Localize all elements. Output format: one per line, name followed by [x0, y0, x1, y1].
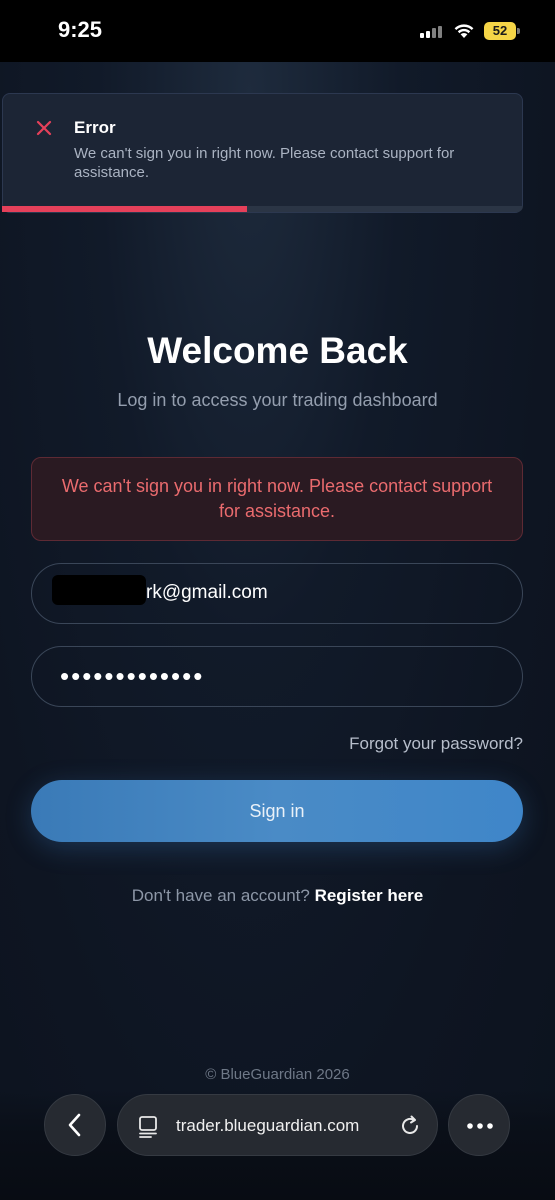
sign-in-button[interactable]: Sign in: [31, 780, 523, 842]
login-error-alert: We can't sign you in right now. Please c…: [31, 457, 523, 541]
register-prompt: Don't have an account? Register here: [0, 886, 555, 906]
battery-indicator: 52: [484, 22, 516, 40]
back-icon: [68, 1113, 81, 1137]
register-prompt-text: Don't have an account?: [131, 886, 310, 905]
address-bar[interactable]: trader.blueguardian.com: [117, 1094, 438, 1156]
status-time: 9:25: [58, 17, 103, 42]
url-text: trader.blueguardian.com: [176, 1116, 360, 1135]
more-options-button[interactable]: [448, 1094, 510, 1156]
close-x-icon[interactable]: [34, 118, 54, 138]
wifi-icon: [454, 24, 474, 38]
more-icon: [467, 1123, 493, 1129]
cellular-signal-icon: [420, 26, 444, 38]
register-link[interactable]: Register here: [315, 886, 424, 905]
back-button[interactable]: [44, 1094, 106, 1156]
forgot-password-link[interactable]: Forgot your password?: [0, 734, 523, 754]
redacted-block: [52, 575, 146, 605]
password-masked-value: •••••••••••••: [60, 661, 205, 691]
toast-progress-fill: [2, 206, 247, 212]
password-field[interactable]: •••••••••••••: [31, 646, 523, 707]
battery-tip: [517, 28, 520, 34]
reload-icon[interactable]: [398, 1114, 422, 1138]
login-page: 9:25 52 Error We can't sign you in right…: [0, 0, 555, 1200]
status-bar: 9:25 52: [0, 0, 555, 62]
toast-message: We can't sign you in right now. Please c…: [74, 145, 455, 181]
page-title: Welcome Back: [147, 330, 408, 371]
email-value: rk@gmail.com: [52, 575, 268, 608]
email-visible-text: rk@gmail.com: [146, 582, 268, 603]
toast-title: Error: [74, 118, 116, 137]
email-field[interactable]: rk@gmail.com: [31, 563, 523, 624]
copyright-text: © BlueGuardian 2026: [205, 1066, 350, 1083]
page-subtitle: Log in to access your trading dashboard: [117, 390, 438, 410]
toast-progress-track: [2, 206, 523, 212]
tabs-icon: [139, 1116, 157, 1138]
